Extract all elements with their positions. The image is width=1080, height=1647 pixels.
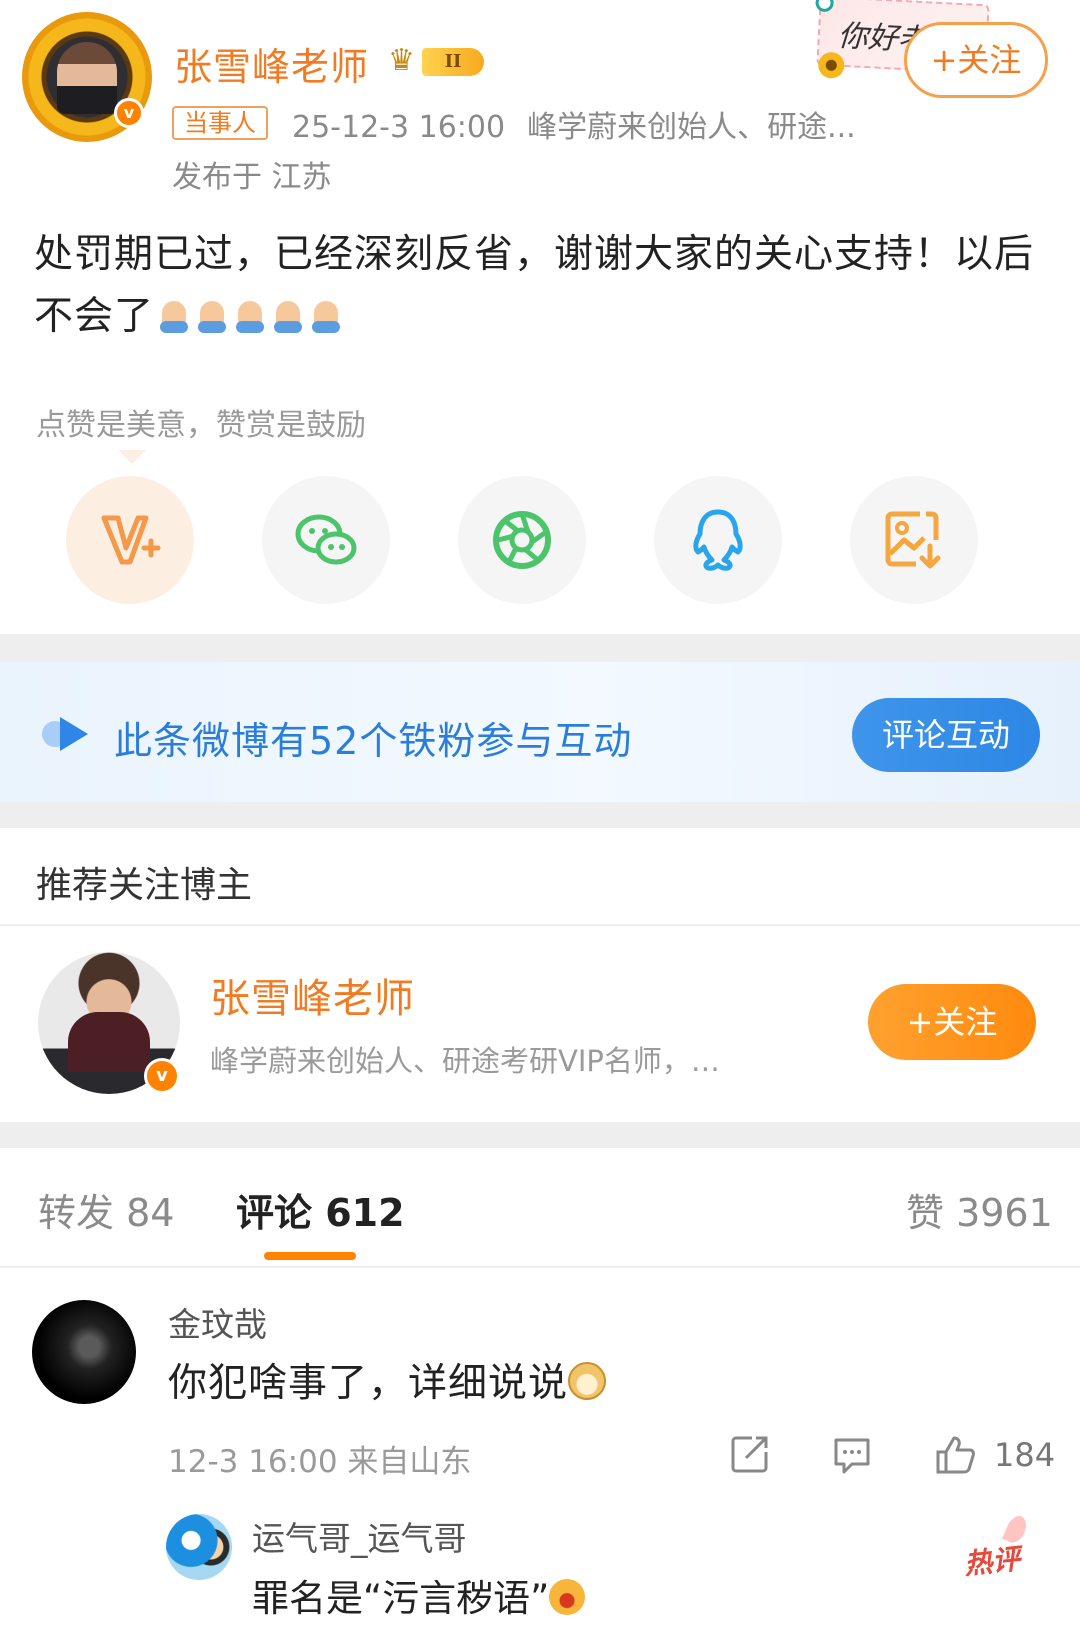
wechat-icon [295,514,357,565]
reply-text: 罪名是“污言秽语” [252,1568,586,1622]
post-header: v 张雪峰老师 ♛ II 当事人 25-12-3 16:00 峰学蔚来创始人、研途… [0,0,1080,200]
comment-interact-button[interactable]: 评论互动 [852,698,1040,772]
section-divider [0,802,1080,828]
comment-avatar[interactable] [32,1300,136,1404]
hint-pointer [118,450,146,464]
fans-interaction-banner[interactable]: 此条微博有52个铁粉参与互动 评论互动 [0,662,1080,802]
reply-body: 罪名是“污言秽语” [252,1577,550,1620]
pray-emoji-icon [308,297,344,335]
fans-banner-text: 此条微博有52个铁粉参与互动 [114,719,633,763]
author-short-desc: 峰学蔚来创始人、研途... [527,110,856,145]
recommend-title: 推荐关注博主 [36,865,253,906]
member-level-badge[interactable]: ♛ II [388,44,488,78]
follow-button[interactable]: +关注 [904,22,1048,98]
appreciate-hint: 点赞是美意，赞赏是鼓励 [36,408,366,443]
weibo-reward-icon [101,515,161,565]
comment-username[interactable]: 金玟哉 [168,1298,267,1346]
author-avatar[interactable]: v [22,12,152,142]
tab-comments[interactable]: 评论 612 [236,1182,405,1237]
verified-icon: v [144,1058,180,1094]
comment-time: 12-3 16:00 来自山东 [168,1444,472,1480]
pray-emoji-icon [232,297,268,335]
tab-repost[interactable]: 转发 84 [38,1182,174,1237]
active-tab-indicator [264,1252,356,1260]
divider [0,924,1080,926]
divider [0,1266,1080,1268]
recommend-follow-button[interactable]: +关注 [868,984,1036,1060]
section-divider [0,1122,1080,1148]
author-name[interactable]: 张雪峰老师 [174,36,369,91]
share-moments-button[interactable] [458,476,586,604]
tab-likes[interactable]: 赞 3961 [906,1182,1053,1237]
post-timestamp: 25-12-3 16:00 [292,110,506,145]
interaction-tabs: 转发 84 评论 612 赞 3961 [0,1148,1080,1268]
level-label: II [422,48,484,76]
like-icon[interactable] [932,1432,978,1478]
post-location: 发布于 江苏 [172,160,332,195]
reward-button[interactable] [66,476,194,604]
comment-like-count: 184 [994,1436,1056,1474]
section-divider [0,634,1080,662]
doge-emoji-icon [568,1362,607,1400]
recommend-desc: 峰学蔚来创始人、研途考研VIP名师，… [210,1044,720,1078]
pin-icon [815,0,835,13]
recommend-name[interactable]: 张雪峰老师 [210,966,415,1024]
pray-emoji-icon [194,297,230,335]
share-row [0,476,1080,606]
play-arrow-icon [42,717,92,751]
post-body: 处罚期已过，已经深刻反省，谢谢大家的关心支持！以后不会了 [34,224,1054,348]
moments-icon [493,511,551,569]
avatar-photo [57,42,117,114]
pray-emoji-icon [156,297,192,335]
reply-username[interactable]: 运气哥_运气哥 [252,1512,467,1560]
hot-comment-badge: 热评 [962,1537,1022,1583]
reply-icon[interactable] [830,1432,874,1476]
save-image-button[interactable] [850,476,978,604]
reply-avatar[interactable] [166,1514,232,1580]
pray-emoji-icon [270,297,306,335]
save-image-icon [885,511,941,569]
share-icon[interactable] [728,1432,772,1476]
comment-body: 你犯啥事了，详细说说 [168,1361,569,1406]
share-wechat-button[interactable] [262,476,390,604]
comment-text: 你犯啥事了，详细说说 [168,1352,607,1408]
verified-icon: v [114,98,144,128]
angry-emoji-icon [549,1579,586,1615]
qq-icon [693,509,743,571]
share-qq-button[interactable] [654,476,782,604]
sunflower-icon [817,51,845,79]
party-tag: 当事人 [172,106,268,140]
post-meta: 25-12-3 16:00 峰学蔚来创始人、研途... [292,102,856,146]
